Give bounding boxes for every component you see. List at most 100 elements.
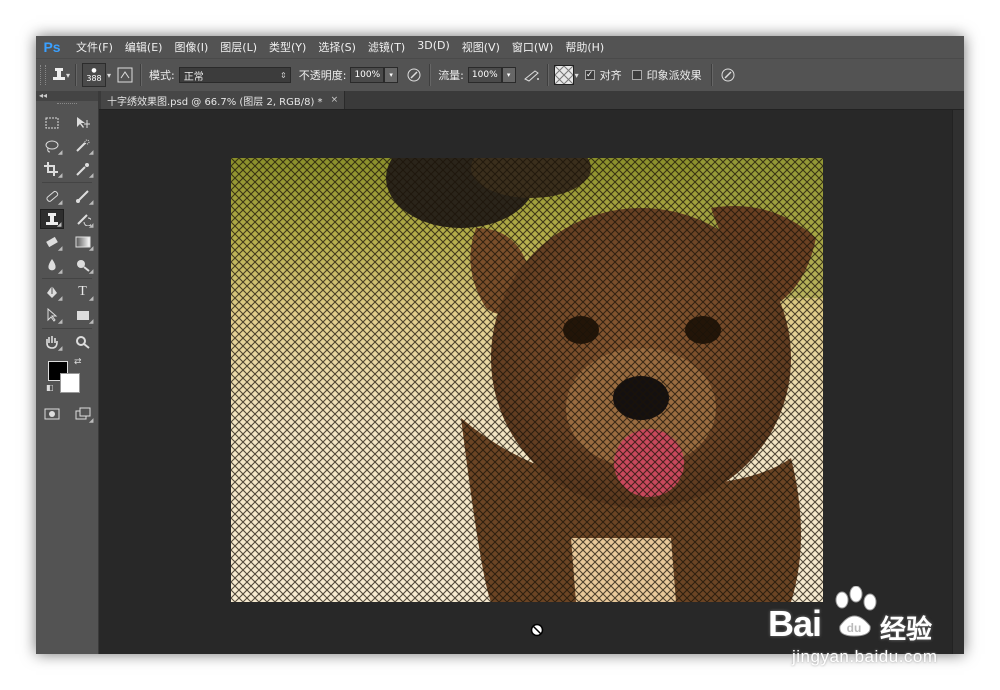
swap-colors-icon[interactable]: ⇄ — [74, 357, 82, 367]
move-tool[interactable] — [71, 113, 95, 133]
tools-collapse-button[interactable]: ◂◂ — [36, 91, 98, 101]
tool-group-indicator: ◢ — [57, 268, 63, 275]
tool-group-indicator: ◢ — [57, 345, 63, 352]
rectangular-marquee-icon — [45, 117, 58, 129]
mode-select[interactable]: 正常 ⇕ — [178, 67, 291, 83]
tool-group-indicator: ◢ — [57, 172, 63, 179]
menu-filter[interactable]: 滤镜(T) — [368, 39, 405, 55]
document-tab-bar: 十字绣效果图.psd @ 66.7% (图层 2, RGB/8) * × — [99, 91, 964, 110]
tool-row: ◢ T ◢ — [36, 281, 98, 303]
document-tab[interactable]: 十字绣效果图.psd @ 66.7% (图层 2, RGB/8) * × — [101, 91, 346, 109]
brush-panel-toggle[interactable] — [115, 65, 135, 85]
tools-panel: ◂◂ ◢ ◢ ◢ ◢ ◢ ◢ ◢ ◢ ◢ ◢ ◢ ◢ ◢ T ◢ ◢ ◢ ◢ ⇄… — [36, 91, 99, 654]
tablet-pressure-opacity-button[interactable] — [404, 65, 424, 85]
menu-help[interactable]: 帮助(H) — [565, 39, 604, 55]
flow-slider-button[interactable]: ▾ — [501, 67, 516, 83]
document-tab-title: 十字绣效果图.psd @ 66.7% (图层 2, RGB/8) * — [107, 96, 323, 108]
pattern-stamp-icon — [53, 68, 65, 80]
tool-group-indicator: ◢ — [57, 245, 63, 252]
menu-window[interactable]: 窗口(W) — [512, 39, 553, 55]
separator — [546, 64, 549, 86]
tool-group-indicator: ◢ — [88, 295, 94, 302]
tablet-pressure-size-button[interactable] — [718, 65, 738, 85]
brush-tool[interactable]: ◢ — [71, 186, 95, 206]
impressionist-label: 印象派效果 — [646, 69, 702, 82]
tool-group-indicator: ◢ — [57, 149, 63, 156]
airbrush-icon — [523, 70, 539, 82]
pen-tool[interactable]: ◢ — [40, 282, 64, 302]
options-bar: ▾ ● 388 ▾ 模式: 正常 ⇕ 不透明度: 100% ▾ 流量: 100%… — [36, 58, 964, 92]
tool-group-indicator: ◢ — [57, 295, 63, 302]
gradient-tool[interactable]: ◢ — [71, 232, 95, 252]
flow-input[interactable]: 100% — [467, 67, 502, 83]
dodge-tool[interactable]: ◢ — [71, 255, 95, 275]
chevron-down-icon[interactable]: ▾ — [575, 71, 579, 80]
history-brush-tool[interactable]: ◢ — [71, 209, 95, 229]
rectangle-shape-tool[interactable]: ◢ — [71, 305, 95, 325]
eraser-tool[interactable]: ◢ — [40, 232, 64, 252]
tool-row: ◢ ◢ — [36, 304, 98, 326]
divider — [42, 278, 92, 279]
document-canvas[interactable] — [231, 158, 823, 602]
menu-3d[interactable]: 3D(D) — [417, 39, 450, 55]
tool-row: ◢ — [36, 331, 98, 353]
menu-layer[interactable]: 图层(L) — [220, 39, 257, 55]
type-icon: T — [78, 284, 87, 299]
brush-preset-picker[interactable]: ● 388 — [82, 63, 106, 87]
separator — [429, 64, 432, 86]
canvas-area[interactable] — [99, 110, 952, 654]
tool-row — [36, 112, 98, 134]
move-icon — [76, 117, 90, 128]
brush-panel-icon — [117, 67, 133, 83]
cross-stitch-dog-image — [231, 158, 823, 602]
impressionist-checkbox[interactable] — [631, 70, 642, 80]
menu-file[interactable]: 文件(F) — [76, 39, 113, 55]
type-tool[interactable]: T ◢ — [71, 282, 95, 302]
quick-mask-button[interactable] — [40, 404, 64, 424]
screen-mode-button[interactable]: ◢ — [71, 404, 95, 424]
zoom-icon — [75, 336, 90, 349]
blur-tool[interactable]: ◢ — [40, 255, 64, 275]
path-selection-tool[interactable]: ◢ — [40, 305, 64, 325]
tools-grip[interactable] — [57, 103, 77, 110]
menu-view[interactable]: 视图(V) — [462, 39, 500, 55]
close-icon[interactable]: × — [331, 95, 339, 105]
menu-bar: Ps 文件(F) 编辑(E) 图像(I) 图层(L) 类型(Y) 选择(S) 滤… — [36, 36, 964, 58]
quick-selection-tool[interactable]: ◢ — [71, 136, 95, 156]
menu-select[interactable]: 选择(S) — [318, 39, 356, 55]
menu-edit[interactable]: 编辑(E) — [125, 39, 163, 55]
chevron-down-icon[interactable]: ▾ — [107, 71, 111, 80]
tool-group-indicator: ◢ — [57, 199, 63, 206]
tool-row: ◢ ◢ — [36, 158, 98, 180]
background-color-swatch[interactable] — [60, 373, 80, 393]
chevron-down-icon: ▾ — [389, 71, 393, 79]
crop-tool[interactable]: ◢ — [40, 159, 64, 179]
options-grip[interactable] — [40, 65, 46, 85]
opacity-label: 不透明度: — [298, 69, 347, 82]
rectangular-marquee-tool[interactable] — [40, 113, 64, 133]
menu-image[interactable]: 图像(I) — [174, 39, 208, 55]
pattern-picker[interactable] — [553, 65, 574, 85]
tool-row: ◢ — [36, 403, 98, 425]
zoom-tool[interactable] — [71, 332, 95, 352]
hand-tool[interactable]: ◢ — [40, 332, 64, 352]
tool-preset-picker[interactable]: ▾ — [50, 65, 70, 85]
tool-row: ◢ ◢ — [36, 135, 98, 157]
aligned-checkbox[interactable]: ✓ — [584, 70, 595, 80]
menu-type[interactable]: 类型(Y) — [269, 39, 306, 55]
tool-group-indicator: ◢ — [88, 199, 94, 206]
select-arrows-icon: ⇕ — [280, 70, 287, 80]
opacity-slider-button[interactable]: ▾ — [384, 67, 399, 83]
brush-size-value: 388 — [86, 73, 102, 83]
eyedropper-tool[interactable]: ◢ — [71, 159, 95, 179]
airbrush-button[interactable] — [522, 65, 542, 85]
opacity-input[interactable]: 100% — [350, 67, 385, 83]
tool-group-indicator: ◢ — [88, 149, 94, 156]
default-colors-icon[interactable]: ◧ — [46, 383, 54, 392]
quick-mask-icon — [44, 408, 59, 420]
pattern-stamp-tool[interactable]: ◢ — [39, 209, 64, 229]
chevron-down-icon: ▾ — [506, 71, 511, 79]
spot-healing-tool[interactable]: ◢ — [40, 186, 64, 206]
lasso-tool[interactable]: ◢ — [40, 136, 64, 156]
vertical-scrollbar[interactable] — [952, 110, 964, 654]
